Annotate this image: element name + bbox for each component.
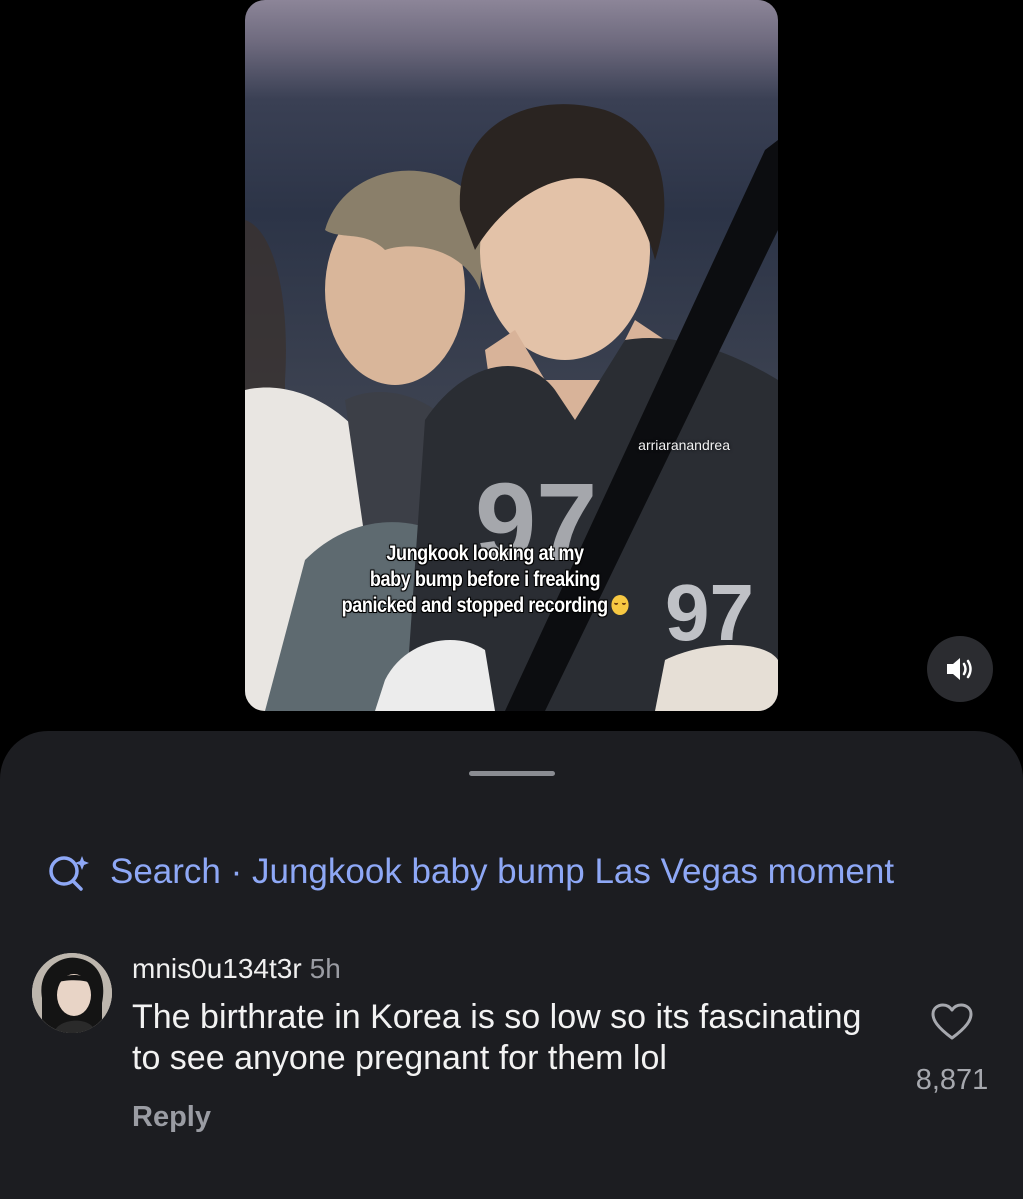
- comments-sheet: Search · Jungkook baby bump Las Vegas mo…: [0, 731, 1023, 1199]
- watermark: arriaranandrea: [638, 437, 730, 453]
- search-suggestion-label: Search · Jungkook baby bump Las Vegas mo…: [110, 852, 895, 891]
- avatar[interactable]: [32, 953, 112, 1033]
- video-player[interactable]: 97 97 arriaranandrea Jungkook looking at…: [245, 0, 778, 711]
- caption-line: panicked and stopped recording: [330, 593, 640, 619]
- like-count: 8,871: [915, 1064, 989, 1096]
- speaker-icon: [947, 658, 972, 680]
- caption-line-text: panicked and stopped recording: [341, 594, 609, 617]
- avatar-image: [32, 953, 112, 1033]
- like-control: 8,871: [912, 1003, 992, 1097]
- comment-time: 5h: [309, 953, 341, 984]
- caption-line: baby bump before i freaking: [369, 568, 601, 591]
- loudly-crying-face-emoji: [611, 595, 629, 615]
- search-sparkle-icon: [49, 856, 89, 891]
- heart-icon[interactable]: [931, 1003, 973, 1041]
- drag-handle[interactable]: [469, 771, 555, 776]
- video-caption: Jungkook looking at my baby bump before …: [330, 541, 640, 619]
- comment-header: mnis0u134t3r 5h: [132, 953, 872, 985]
- comment-username[interactable]: mnis0u134t3r: [132, 953, 302, 984]
- svg-text:97: 97: [665, 568, 754, 657]
- comment-text: The birthrate in Korea is so low so its …: [132, 998, 862, 1077]
- reply-button[interactable]: Reply: [132, 1101, 872, 1134]
- sound-toggle-button[interactable]: [927, 636, 993, 702]
- comment-body: mnis0u134t3r 5h The birthrate in Korea is…: [132, 953, 872, 1134]
- search-suggestion[interactable]: Search · Jungkook baby bump Las Vegas mo…: [46, 852, 894, 892]
- caption-line: Jungkook looking at my: [386, 542, 584, 565]
